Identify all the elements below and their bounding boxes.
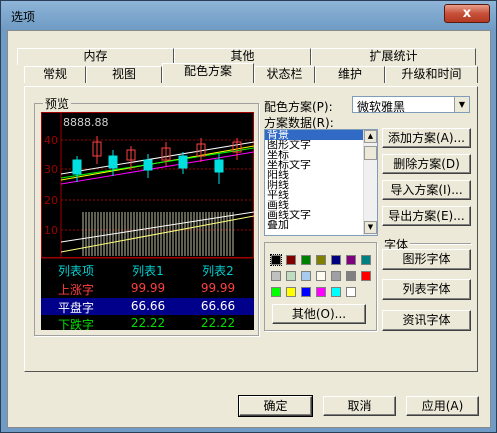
header-col-list1: 列表1 [132, 264, 164, 278]
color-swatch[interactable] [361, 255, 371, 265]
axis-tick-label: 40 [44, 134, 58, 147]
list-item[interactable]: 阴线 [265, 180, 363, 190]
preview-label: 预览 [43, 95, 72, 112]
color-swatch[interactable] [286, 287, 296, 297]
list-scrollbar[interactable]: ▲ ▼ [363, 130, 377, 235]
scheme-select[interactable]: 微软雅黑 ▼ [352, 96, 470, 114]
color-swatch[interactable] [271, 271, 281, 281]
up-row-value2: 99.99 [200, 281, 236, 295]
cancel-button[interactable]: 取消 [323, 396, 396, 416]
color-swatch[interactable] [271, 287, 281, 297]
axis-tick-label: 30 [44, 163, 58, 176]
color-swatch[interactable] [316, 255, 326, 265]
candle-body [143, 159, 153, 171]
down-row-value1: 22.22 [130, 316, 166, 330]
color-swatch[interactable] [286, 255, 296, 265]
chevron-down-icon[interactable]: ▼ [454, 97, 469, 112]
list-item[interactable]: 坐标文字 [265, 160, 363, 170]
tab-memory[interactable]: 内存 [17, 48, 174, 65]
color-swatch[interactable] [331, 287, 341, 297]
scroll-thumb[interactable] [364, 146, 377, 160]
color-swatch[interactable] [346, 271, 356, 281]
color-swatch[interactable] [270, 254, 282, 266]
list-item[interactable]: 叠加 [265, 220, 363, 230]
color-swatch[interactable] [316, 287, 326, 297]
export-scheme-button[interactable]: 导出方案(E)... [382, 206, 471, 226]
ok-button[interactable]: 确定 [238, 395, 313, 417]
color-swatch[interactable] [346, 255, 356, 265]
axis-tick-label: 10 [44, 224, 58, 237]
moving-average-line [60, 147, 254, 179]
color-swatch[interactable] [331, 255, 341, 265]
color-swatch[interactable] [361, 271, 371, 281]
list-item[interactable]: 图形文字 [265, 140, 363, 150]
scheme-data-items: 背景 图形文字 坐标 坐标文字 阳线 阴线 平线 画线 画线文字 叠加 [265, 130, 377, 230]
graphic-font-button[interactable]: 图形字体 [382, 249, 471, 270]
candle-body [108, 155, 118, 169]
list-item[interactable]: 画线 [265, 200, 363, 210]
down-row-label: 下跌字 [57, 318, 94, 330]
tab-color-scheme[interactable]: 配色方案 [162, 63, 254, 83]
header-col-list2: 列表2 [202, 264, 234, 278]
tab-general[interactable]: 常规 [24, 66, 86, 83]
preview-canvas: 40 30 20 10 8888.88 列表项 列表1 列表2 上涨字 99.99 9… [41, 112, 254, 330]
flat-row-label: 平盘字 [57, 301, 94, 315]
flat-row-value1: 66.66 [130, 299, 166, 313]
scroll-down-icon[interactable]: ▼ [364, 221, 377, 234]
color-swatch[interactable] [301, 255, 311, 265]
header-col-item: 列表项 [57, 264, 94, 278]
list-item[interactable]: 阳线 [265, 170, 363, 180]
color-swatch[interactable] [346, 287, 356, 297]
list-font-button[interactable]: 列表字体 [382, 279, 471, 300]
list-item[interactable]: 背景 [265, 130, 363, 140]
preview-price-label: 8888.88 [63, 116, 109, 129]
scheme-label: 配色方案(P): [264, 100, 333, 114]
color-swatch[interactable] [331, 271, 341, 281]
candle-body [178, 155, 188, 169]
color-swatch[interactable] [301, 271, 311, 281]
other-colors-button[interactable]: 其他(O)... [272, 304, 366, 324]
window-title: 选项 [11, 10, 36, 24]
up-row-label: 上涨字 [57, 283, 94, 297]
title-bar[interactable]: 选项 x [1, 1, 496, 29]
candle-body [72, 159, 82, 175]
flat-row-value2: 66.66 [200, 299, 236, 313]
moving-average-line [60, 151, 254, 185]
tab-extended-stats[interactable]: 扩展统计 [311, 48, 476, 65]
tab-view[interactable]: 视图 [86, 66, 162, 83]
list-item[interactable]: 画线文字 [265, 210, 363, 220]
scheme-select-value: 微软雅黑 [357, 100, 406, 114]
scroll-up-icon[interactable]: ▲ [364, 130, 377, 143]
scheme-data-list[interactable]: 背景 图形文字 坐标 坐标文字 阳线 阴线 平线 画线 画线文字 叠加 ▲ ▼ [264, 129, 378, 236]
tab-upgrade-time[interactable]: 升级和时间 [385, 66, 478, 83]
add-scheme-button[interactable]: 添加方案(A)... [382, 128, 471, 148]
close-button[interactable]: x [444, 4, 490, 23]
down-row-value2: 22.22 [200, 316, 236, 330]
delete-scheme-button[interactable]: 删除方案(D) [382, 154, 471, 174]
candle-body [214, 159, 224, 173]
list-item[interactable]: 平线 [265, 190, 363, 200]
color-swatch[interactable] [286, 271, 296, 281]
color-swatch[interactable] [316, 271, 326, 281]
tab-maintenance[interactable]: 维护 [315, 66, 385, 83]
up-row-value1: 99.99 [130, 281, 166, 295]
list-item[interactable]: 坐标 [265, 150, 363, 160]
options-dialog: 选项 x 内存 其他 扩展统计 常规 视图 配色方案 状态栏 维护 升级和时间 … [0, 0, 497, 433]
color-swatch[interactable] [301, 287, 311, 297]
axis-tick-label: 20 [44, 194, 58, 207]
apply-button[interactable]: 应用(A) [406, 396, 479, 416]
import-scheme-button[interactable]: 导入方案(I)... [382, 180, 471, 200]
info-font-button[interactable]: 资讯字体 [382, 310, 471, 331]
tab-status-bar[interactable]: 状态栏 [254, 66, 315, 83]
